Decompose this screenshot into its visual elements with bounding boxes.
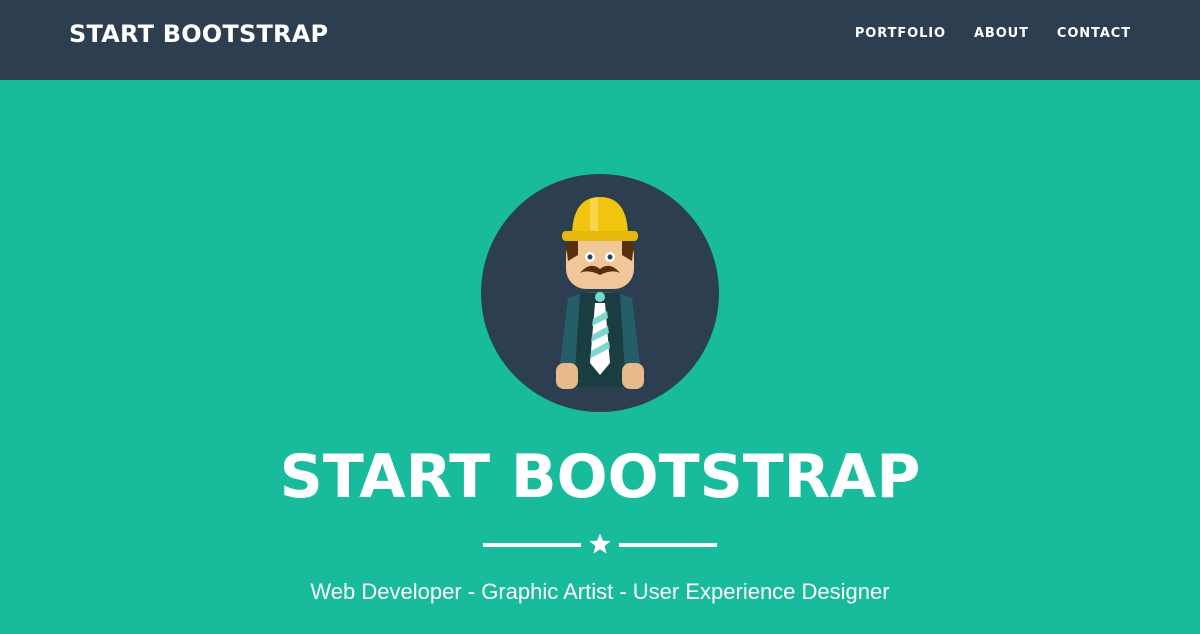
navbar-brand-link[interactable]: START BOOTSTRAP	[69, 18, 328, 50]
divider-line-right	[619, 543, 717, 547]
top-navbar: START BOOTSTRAP PORTFOLIO ABOUT CONTACT	[0, 0, 1200, 80]
star-divider	[483, 530, 717, 560]
nav-link-contact[interactable]: CONTACT	[1057, 25, 1131, 43]
hero-title: START BOOTSTRAP	[279, 442, 921, 512]
divider-line-left	[483, 543, 581, 547]
nav-link-about[interactable]: ABOUT	[974, 25, 1029, 43]
hero-skills-subtitle: Web Developer - Graphic Artist - User Ex…	[310, 579, 890, 604]
hardhat-developer-avatar-icon	[481, 174, 719, 412]
nav-links: PORTFOLIO ABOUT CONTACT	[855, 25, 1131, 43]
nav-link-portfolio[interactable]: PORTFOLIO	[855, 25, 946, 43]
star-icon	[589, 533, 611, 554]
hero-section: START BOOTSTRAP Web Developer - Graphic …	[0, 80, 1200, 634]
